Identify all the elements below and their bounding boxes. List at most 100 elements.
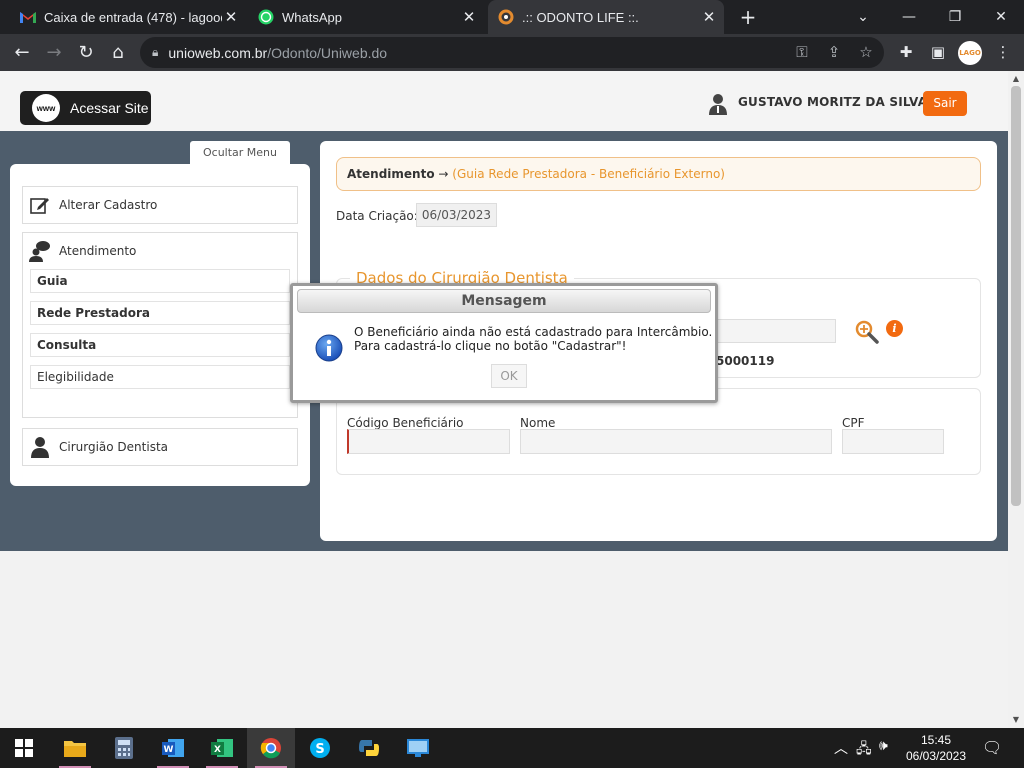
beneficiary-code-label: Código Beneficiário (347, 416, 464, 430)
scrollbar-thumb[interactable] (1011, 86, 1021, 506)
odonto-life-icon (498, 9, 514, 25)
close-icon[interactable]: ✕ (222, 8, 240, 26)
dialog-message-line2: Para cadastrá-lo clique no botão "Cadast… (354, 339, 627, 353)
access-site-label: Acessar Site (70, 100, 149, 116)
access-site-button[interactable]: www Acessar Site (20, 91, 151, 125)
clock-date: 06/03/2023 (905, 749, 967, 763)
key-icon[interactable]: ⚿ (789, 39, 815, 65)
file-explorer-icon[interactable] (51, 728, 99, 768)
system-clock[interactable]: 15:45 06/03/2023 (900, 732, 972, 764)
hide-menu-tab[interactable]: Ocultar Menu (190, 141, 290, 165)
menu-group-atendimento: Atendimento Guia Rede Prestadora Consult… (22, 232, 298, 418)
back-icon[interactable]: ← (8, 39, 36, 67)
menu-item-label: Cirurgião Dentista (59, 440, 169, 454)
beneficiary-name-input[interactable] (520, 429, 832, 454)
network-icon[interactable]: 🖧︎ (856, 738, 872, 762)
dialog-message-line1: O Beneficiário ainda não está cadastrado… (354, 325, 713, 339)
lock-icon: 🔒︎ (152, 45, 159, 59)
tab-whatsapp[interactable]: WhatsApp ✕ (250, 0, 484, 34)
site-header: www Acessar Site GUSTAVO MORITZ DA SILVA… (0, 71, 1008, 131)
whatsapp-icon (258, 9, 274, 25)
menu-item-atendimento[interactable]: Atendimento (23, 233, 297, 269)
browser-toolbar: ← → ↻ ⌂ 🔒︎ unioweb.com.br/Odonto/Uniweb.… (0, 34, 1024, 71)
submenu-item-elegibilidade[interactable]: Elegibilidade (30, 365, 290, 389)
menu-item-cirurgiao-dentista[interactable]: Cirurgião Dentista (22, 428, 298, 466)
url-path: /Odonto/Uniweb.do (267, 44, 388, 61)
info-icon[interactable]: i (886, 320, 903, 337)
dialog-title: Mensagem (297, 289, 711, 313)
creation-date-value: 06/03/2023 (416, 203, 497, 227)
start-button[interactable] (0, 728, 48, 768)
svg-text:X: X (214, 745, 221, 755)
reload-icon[interactable]: ↻ (72, 39, 100, 67)
calculator-icon[interactable] (100, 728, 148, 768)
minimize-icon[interactable]: — (896, 4, 922, 30)
excel-icon[interactable]: X (198, 728, 246, 768)
message-dialog: Mensagem O Beneficiário ainda não está c… (290, 283, 718, 403)
edit-icon (29, 194, 51, 216)
browser-menu-icon[interactable]: ⋮ (990, 39, 1016, 65)
scroll-up-icon[interactable]: ▲ (1008, 72, 1024, 86)
close-icon[interactable]: ✕ (460, 8, 478, 26)
side-menu: Alterar Cadastro Atendimento Guia Rede P… (10, 164, 310, 486)
address-bar[interactable]: 🔒︎ unioweb.com.br/Odonto/Uniweb.do (140, 37, 884, 68)
windows-logo-icon (15, 739, 33, 757)
clock-time: 15:45 (920, 733, 952, 747)
tab-title: .:: ODONTO LIFE ::. (522, 9, 639, 25)
ok-button[interactable]: OK (491, 364, 527, 388)
python-icon[interactable] (345, 728, 393, 768)
menu-item-alterar-cadastro[interactable]: Alterar Cadastro (22, 186, 298, 224)
logout-button[interactable]: Sair (923, 91, 967, 116)
forward-icon[interactable]: → (40, 39, 68, 67)
breadcrumb-arrow: → (438, 167, 449, 181)
word-icon[interactable]: W (149, 728, 197, 768)
beneficiary-code-input[interactable] (347, 429, 510, 454)
submenu-item-rede-prestadora[interactable]: Rede Prestadora (30, 301, 290, 325)
svg-text:S: S (315, 742, 324, 757)
remote-desktop-icon[interactable] (394, 728, 442, 768)
windows-taskbar: W X S ︿ 🖧︎ 🕪︎ 15:45 06/03/2023 🗨︎ (0, 728, 1024, 768)
tab-gmail[interactable]: Caixa de entrada (478) - lagoodo ✕ (12, 0, 246, 34)
user-icon (709, 94, 727, 115)
beneficiary-cpf-label: CPF (842, 416, 865, 430)
close-icon[interactable]: ✕ (700, 8, 718, 26)
dialog-message: O Beneficiário ainda não está cadastrado… (354, 325, 712, 353)
tab-search-chevron-icon[interactable]: ⌄ (850, 4, 876, 30)
dentist-search-input[interactable] (710, 319, 836, 343)
skype-icon[interactable]: S (296, 728, 344, 768)
profile-avatar[interactable]: LAGO (958, 41, 982, 65)
home-icon[interactable]: ⌂ (104, 39, 132, 67)
web-page: www Acessar Site GUSTAVO MORITZ DA SILVA… (0, 71, 1008, 728)
tab-title: WhatsApp (282, 9, 342, 25)
show-hidden-icons-chevron-icon[interactable]: ︿ (834, 738, 848, 758)
notifications-icon[interactable]: 🗨︎ (982, 738, 1002, 757)
restore-icon[interactable]: ❐ (942, 4, 968, 30)
gmail-icon (20, 9, 36, 25)
url-host: unioweb.com.br (168, 44, 268, 61)
creation-date-label: Data Criação: (336, 209, 418, 223)
extensions-icon[interactable]: ✚ (893, 39, 919, 65)
tab-title: Caixa de entrada (478) - lagoodo (44, 9, 222, 25)
breadcrumb: Atendimento → (Guia Rede Prestadora - Be… (336, 157, 981, 191)
info-circle-icon (315, 334, 343, 362)
bookmark-star-icon[interactable]: ☆ (853, 39, 879, 65)
zoom-search-icon[interactable] (854, 319, 880, 345)
logged-user-name: GUSTAVO MORITZ DA SILVA (738, 95, 928, 109)
dentist-user-icon (29, 436, 51, 458)
globe-www-icon: www (32, 94, 60, 122)
volume-icon[interactable]: 🕪︎ (879, 738, 888, 754)
submenu-item-consulta[interactable]: Consulta (30, 333, 290, 357)
browser-tab-strip: Caixa de entrada (478) - lagoodo ✕ Whats… (0, 0, 1024, 34)
beneficiary-cpf-input[interactable] (842, 429, 944, 454)
submenu-item-guia[interactable]: Guia (30, 269, 290, 293)
scroll-down-icon[interactable]: ▼ (1008, 713, 1024, 727)
side-panel-icon[interactable]: ▣ (925, 39, 951, 65)
chrome-icon[interactable] (247, 728, 295, 768)
window-close-icon[interactable]: ✕ (988, 4, 1014, 30)
menu-item-label: Atendimento (59, 244, 137, 258)
tab-odonto-life[interactable]: .:: ODONTO LIFE ::. ✕ (488, 0, 724, 34)
breadcrumb-trail: (Guia Rede Prestadora - Beneficiário Ext… (452, 167, 725, 181)
share-icon[interactable]: ⇪ (821, 39, 847, 65)
new-tab-button[interactable]: + (736, 5, 760, 29)
menu-item-label: Alterar Cadastro (59, 198, 158, 212)
